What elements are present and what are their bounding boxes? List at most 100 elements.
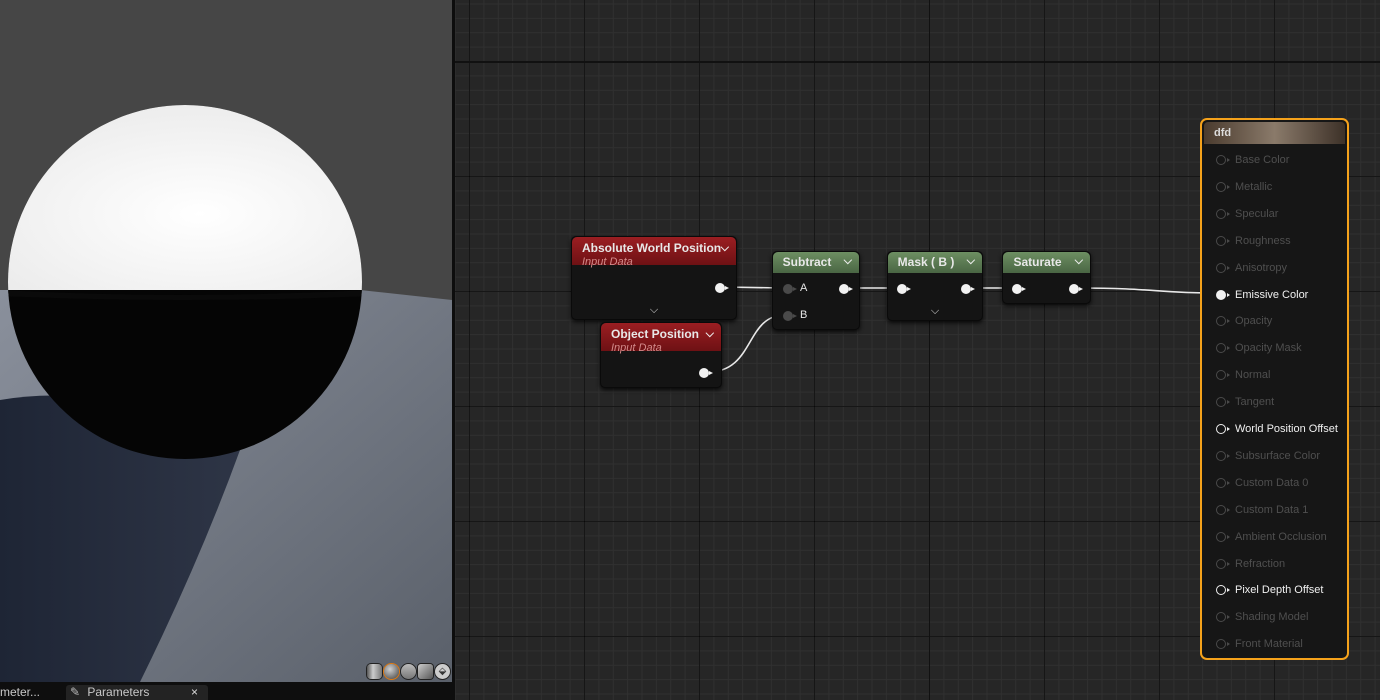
result-input-base-color[interactable]: Base Color [1216, 153, 1346, 167]
node-subtitle: Input Data [582, 256, 633, 268]
input-pin-icon[interactable] [1216, 262, 1230, 273]
input-label: Tangent [1235, 396, 1275, 409]
input-label: Refraction [1235, 557, 1286, 570]
tab-label: Parameters [87, 685, 150, 699]
node-saturate[interactable]: Saturate ⌵ [1002, 251, 1091, 304]
result-input-opacity-mask[interactable]: Opacity Mask [1216, 341, 1346, 355]
result-input-specular[interactable]: Specular [1216, 207, 1346, 221]
cube-preview-icon[interactable] [418, 664, 433, 679]
input-label: Ambient Occlusion [1235, 530, 1327, 543]
chevron-down-icon[interactable]: ⌵ [844, 255, 852, 268]
node-title: Saturate [1013, 255, 1062, 269]
node-object-position[interactable]: Object Position Input Data ⌵ [600, 322, 722, 388]
pin-label-a: A [800, 282, 808, 294]
custom-mesh-preview-icon[interactable]: ⬙ [435, 664, 450, 679]
material-preview-viewport[interactable]: ⬙ [0, 0, 452, 682]
node-absolute-world-position[interactable]: Absolute World Position Input Data ⌵ ⌵ [571, 236, 737, 320]
result-input-anisotropy[interactable]: Anisotropy [1216, 261, 1346, 275]
input-pin-icon[interactable] [1216, 370, 1230, 381]
result-input-pixel-depth-offset[interactable]: Pixel Depth Offset [1216, 583, 1346, 597]
node-subtract[interactable]: Subtract ⌵ A B [772, 251, 860, 330]
result-input-roughness[interactable]: Roughness [1216, 234, 1346, 248]
node-title: Absolute World Position [582, 241, 722, 255]
chevron-down-icon[interactable]: ⌵ [967, 255, 975, 268]
input-label: Anisotropy [1235, 261, 1287, 274]
input-pin-icon[interactable] [1216, 612, 1230, 623]
input-pin-icon[interactable] [1216, 504, 1230, 515]
input-label: Custom Data 1 [1235, 503, 1309, 516]
result-input-front-material[interactable]: Front Material [1216, 637, 1346, 651]
tab-parameters[interactable]: ✎ Parameters × [66, 685, 208, 700]
node-title: Subtract [782, 255, 832, 269]
sphere-preview-icon[interactable] [384, 664, 399, 679]
output-pin[interactable] [839, 284, 853, 294]
material-result-node[interactable]: dfd Base Color Metallic Specular Roughness A… [1200, 118, 1349, 660]
plane-preview-icon[interactable] [401, 664, 416, 679]
result-input-shading-model[interactable]: Shading Model [1216, 610, 1346, 624]
input-label: Opacity [1235, 315, 1273, 328]
result-input-metallic[interactable]: Metallic [1216, 180, 1346, 194]
input-label: Opacity Mask [1235, 342, 1302, 355]
node-header: Absolute World Position Input Data ⌵ [572, 237, 736, 268]
pin-label-b: B [800, 309, 808, 321]
input-pin-icon[interactable] [1216, 235, 1230, 246]
input-pin-icon[interactable] [1216, 531, 1230, 542]
result-input-custom-data-0[interactable]: Custom Data 0 [1216, 476, 1346, 490]
node-header: Saturate ⌵ [1003, 252, 1090, 273]
preview-scene [0, 0, 452, 682]
output-pin[interactable] [1069, 284, 1083, 294]
input-pin-b[interactable] [783, 311, 797, 321]
input-pin-icon[interactable] [1216, 289, 1230, 300]
cylinder-preview-icon[interactable] [367, 664, 382, 679]
expand-chevron-icon[interactable]: ⌵ [931, 305, 939, 318]
input-pin-icon[interactable] [1216, 558, 1230, 569]
input-pin-icon[interactable] [1216, 450, 1230, 461]
result-input-ambient-occlusion[interactable]: Ambient Occlusion [1216, 530, 1346, 544]
expand-chevron-icon[interactable]: ⌵ [650, 304, 658, 317]
input-pin-icon[interactable] [1216, 639, 1230, 650]
input-pin-icon[interactable] [1216, 181, 1230, 192]
result-input-subsurface-color[interactable]: Subsurface Color [1216, 449, 1346, 463]
result-input-opacity[interactable]: Opacity [1216, 314, 1346, 328]
node-title: Mask ( B ) [897, 255, 955, 269]
chevron-down-icon[interactable]: ⌵ [706, 328, 714, 341]
result-input-world-position-offset[interactable]: World Position Offset [1216, 422, 1346, 436]
input-pin-icon[interactable] [1216, 155, 1230, 165]
close-icon[interactable]: × [191, 685, 198, 700]
input-label: Shading Model [1235, 611, 1309, 624]
input-pin-a[interactable] [783, 284, 797, 294]
node-header: Mask ( B ) ⌵ [888, 252, 982, 273]
output-pin[interactable] [699, 368, 713, 378]
result-node-title: dfd [1204, 122, 1345, 144]
input-label: Normal [1235, 369, 1271, 382]
input-pin-icon[interactable] [1216, 316, 1230, 327]
input-pin[interactable] [897, 284, 911, 294]
result-input-refraction[interactable]: Refraction [1216, 557, 1346, 571]
result-input-emissive-color[interactable]: Emissive Color [1216, 288, 1346, 302]
result-input-tangent[interactable]: Tangent [1216, 395, 1346, 409]
input-pin-icon[interactable] [1216, 343, 1230, 354]
chevron-down-icon[interactable]: ⌵ [721, 242, 729, 255]
input-pin-icon[interactable] [1216, 424, 1230, 434]
input-label: Roughness [1235, 234, 1291, 247]
input-pin-icon[interactable] [1216, 477, 1230, 488]
preview-shape-toolbar: ⬙ [367, 664, 450, 679]
input-label: World Position Offset [1235, 423, 1338, 435]
chevron-down-icon[interactable]: ⌵ [1075, 255, 1083, 268]
tab-label: meter... [0, 685, 41, 699]
input-pin-icon[interactable] [1216, 208, 1230, 219]
input-label: Specular [1235, 207, 1279, 220]
input-pin[interactable] [1012, 284, 1026, 294]
node-subtitle: Input Data [611, 342, 662, 354]
result-input-normal[interactable]: Normal [1216, 368, 1346, 382]
node-mask[interactable]: Mask ( B ) ⌵ ⌵ [887, 251, 983, 321]
output-pin[interactable] [961, 284, 975, 294]
wire-saturate-to-emissive [1077, 287, 1216, 294]
input-pin-icon[interactable] [1216, 397, 1230, 408]
input-pin-icon[interactable] [1216, 585, 1230, 596]
node-header: Subtract ⌵ [773, 252, 859, 273]
output-pin[interactable] [715, 283, 729, 293]
bottom-tab-bar: meter... ✎ Parameters × [0, 682, 455, 700]
tab-parameter-defaults[interactable]: meter... [0, 685, 40, 700]
result-input-custom-data-1[interactable]: Custom Data 1 [1216, 503, 1346, 517]
